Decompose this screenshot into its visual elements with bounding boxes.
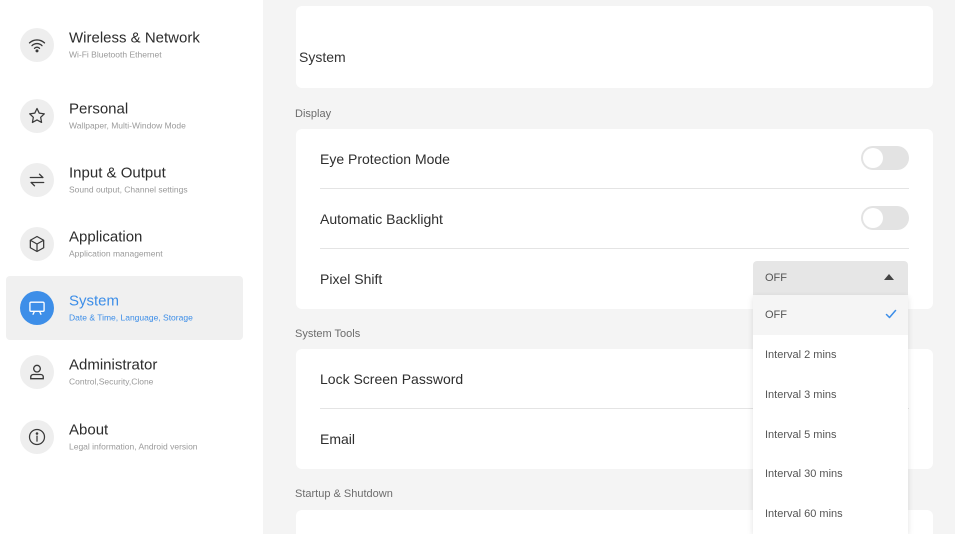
option-label: Interval 30 mins [765,468,843,480]
sidebar-item-application[interactable]: Application Application management [6,212,243,276]
section-label-system-tools: System Tools [295,328,361,340]
sidebar-item-system[interactable]: System Date & Time, Language, Storage [6,276,243,340]
section-label-display: Display [295,108,332,120]
settings-panel: System Display Eye Protection Mode Autom… [263,0,955,534]
dropdown-option-interval-3[interactable]: Interval 3 mins [753,375,908,415]
section-label-startup-shutdown: Startup & Shutdown [295,488,393,500]
option-label: Interval 3 mins [765,389,837,401]
eye-protection-row[interactable]: Eye Protection Mode [320,129,909,189]
caret-up-icon [884,274,894,280]
sidebar-item-subtitle: Legal information, Android version [69,441,198,452]
sidebar-item-about[interactable]: About Legal information, Android version [6,405,243,469]
star-icon [20,99,54,133]
dropdown-option-interval-5[interactable]: Interval 5 mins [753,415,908,455]
sidebar-item-title: System [69,292,120,310]
monitor-icon [20,291,54,325]
person-icon [20,355,54,389]
pixel-shift-dropdown: OFF Interval 2 mins Interval 3 mins Inte… [753,295,908,534]
sidebar-item-subtitle: Control,Security,Clone [69,376,154,387]
row-label: Lock Screen Password [320,371,464,387]
row-label: Email [320,431,356,447]
sidebar: Wireless & Network Wi-Fi Bluetooth Ether… [0,0,263,534]
title-card: System [296,6,933,88]
page-title: System [299,49,346,65]
sidebar-item-title: Wireless & Network [69,29,200,47]
sidebar-item-subtitle: Application management [69,248,163,259]
automatic-backlight-row[interactable]: Automatic Backlight [320,189,909,249]
info-icon [20,420,54,454]
wifi-icon [20,28,54,62]
dropdown-option-off[interactable]: OFF [753,295,908,335]
eye-protection-toggle[interactable] [861,146,909,170]
sidebar-item-title: About [69,421,109,439]
sidebar-item-subtitle: Wallpaper, Multi-Window Mode [69,120,186,131]
option-label: OFF [765,309,787,321]
sidebar-item-subtitle: Wi-Fi Bluetooth Ethernet [69,49,162,60]
option-label: Interval 5 mins [765,429,837,441]
pixel-shift-select[interactable]: OFF [753,261,908,295]
row-label: Automatic Backlight [320,211,443,227]
sidebar-item-wireless-network[interactable]: Wireless & Network Wi-Fi Bluetooth Ether… [6,13,243,77]
dropdown-option-interval-60[interactable]: Interval 60 mins [753,494,908,534]
swap-arrows-icon [20,163,54,197]
sidebar-item-subtitle: Date & Time, Language, Storage [69,312,193,323]
toggle-knob [863,208,883,228]
sidebar-item-personal[interactable]: Personal Wallpaper, Multi-Window Mode [6,84,243,148]
row-label: Pixel Shift [320,271,383,287]
sidebar-item-title: Administrator [69,356,158,374]
sidebar-item-administrator[interactable]: Administrator Control,Security,Clone [6,340,243,404]
toggle-knob [863,148,883,168]
dropdown-option-interval-2[interactable]: Interval 2 mins [753,335,908,375]
option-label: Interval 60 mins [765,508,843,520]
row-label: Eye Protection Mode [320,151,450,167]
sidebar-item-subtitle: Sound output, Channel settings [69,184,188,195]
select-value: OFF [765,272,787,284]
automatic-backlight-toggle[interactable] [861,206,909,230]
cube-icon [20,227,54,261]
sidebar-item-title: Application [69,228,143,246]
sidebar-item-title: Personal [69,100,129,118]
checkmark-icon [884,307,898,321]
dropdown-option-interval-30[interactable]: Interval 30 mins [753,454,908,494]
option-label: Interval 2 mins [765,349,837,361]
sidebar-item-title: Input & Output [69,164,166,182]
sidebar-item-input-output[interactable]: Input & Output Sound output, Channel set… [6,148,243,212]
